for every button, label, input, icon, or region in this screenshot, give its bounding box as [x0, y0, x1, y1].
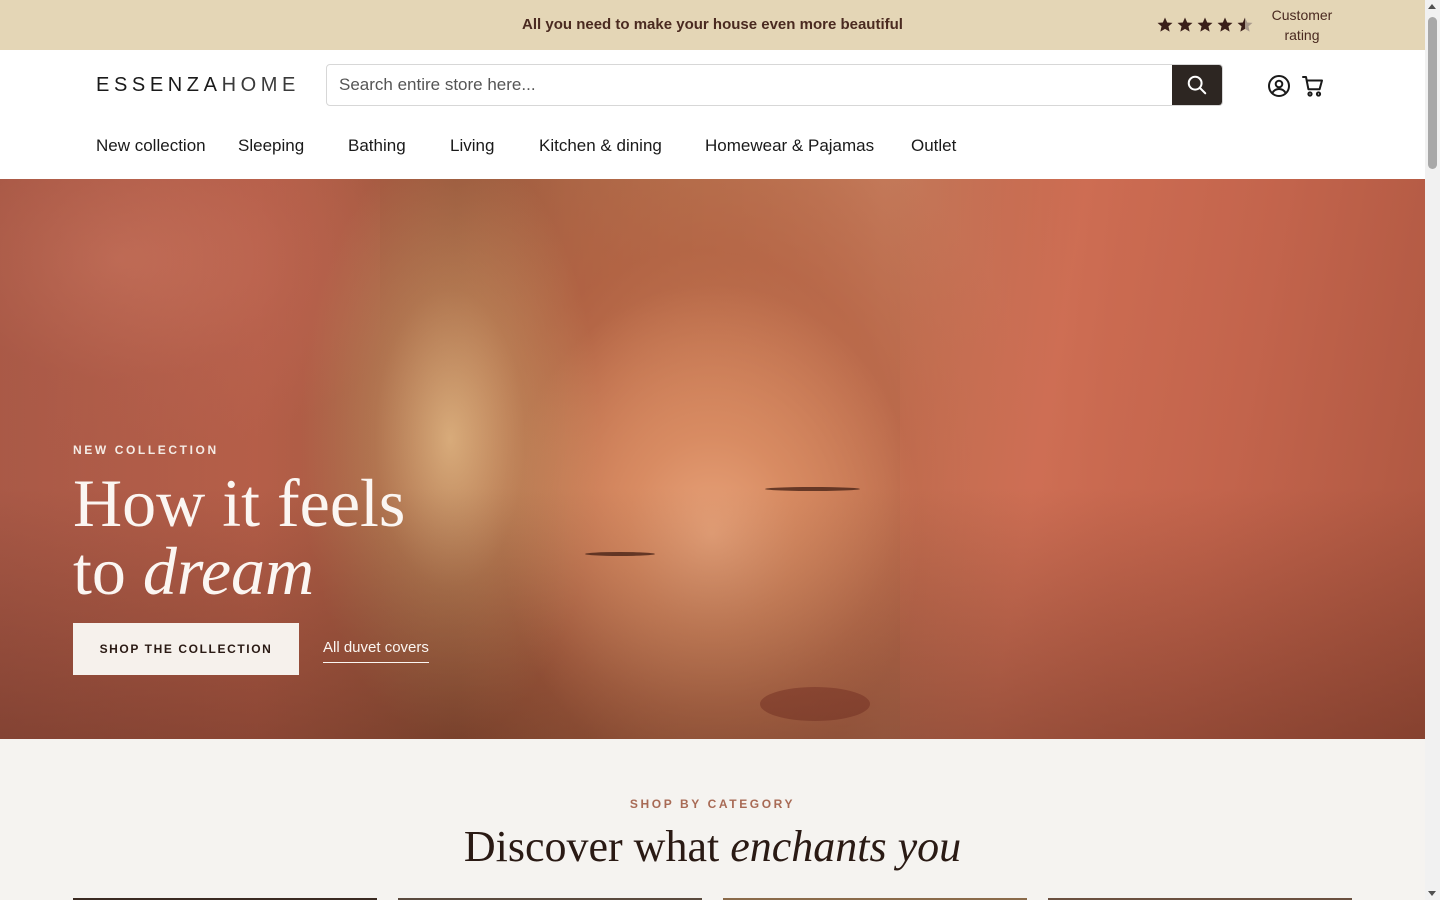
rating-label: Customer rating: [1271, 7, 1333, 43]
hero-title-line1: How it feels: [73, 465, 406, 541]
cart-icon[interactable]: [1301, 74, 1325, 98]
star-icon: [1157, 17, 1173, 32]
category-title-italic: enchants you: [730, 822, 962, 871]
nav-item-bathing[interactable]: Bathing: [348, 136, 406, 156]
shop-collection-button[interactable]: SHOP THE COLLECTION: [73, 623, 299, 675]
hero-eyebrow: NEW COLLECTION: [73, 443, 219, 457]
nav-item-living[interactable]: Living: [450, 136, 494, 156]
star-icon: [1177, 17, 1193, 32]
star-icon: [1217, 17, 1233, 32]
nav-item-outlet[interactable]: Outlet: [911, 136, 956, 156]
rating-stars: [1156, 16, 1254, 34]
announcement-bar: All you need to make your house even mor…: [0, 0, 1425, 50]
scrollbar-thumb[interactable]: [1428, 17, 1437, 169]
nav-item-sleeping[interactable]: Sleeping: [238, 136, 304, 156]
account-icon[interactable]: [1267, 74, 1291, 98]
search-button[interactable]: [1172, 65, 1222, 105]
category-section: SHOP BY CATEGORY Discover what enchants …: [0, 739, 1425, 900]
scroll-up-arrow-icon[interactable]: [1428, 4, 1436, 9]
all-duvet-covers-link[interactable]: All duvet covers: [323, 639, 429, 663]
search-input[interactable]: [327, 65, 1173, 105]
star-icon: [1197, 17, 1213, 32]
nav-item-new-collection[interactable]: New collection: [96, 136, 206, 156]
category-eyebrow: SHOP BY CATEGORY: [629, 797, 796, 811]
page-scrollbar[interactable]: [1425, 0, 1440, 900]
half-star-icon: [1237, 17, 1253, 32]
customer-rating[interactable]: Customer rating: [1156, 6, 1340, 44]
hero-banner: NEW COLLECTION How it feels to dream SHO…: [0, 179, 1425, 739]
category-title-plain: Discover what: [463, 822, 731, 871]
hero-title: How it feels to dream: [73, 469, 405, 605]
logo-secondary: HOME: [221, 74, 300, 96]
site-header: ESSENZAHOME New collection Sleeping Bath…: [0, 50, 1425, 179]
nav-item-kitchen-dining[interactable]: Kitchen & dining: [539, 136, 662, 156]
hero-title-plain: to: [73, 533, 143, 609]
logo-primary: ESSENZA: [96, 74, 222, 96]
search-icon: [1187, 75, 1207, 95]
hero-title-italic: dream: [142, 533, 315, 609]
search-bar: [326, 64, 1223, 106]
page: All you need to make your house even mor…: [0, 0, 1425, 900]
logo[interactable]: ESSENZAHOME: [96, 74, 300, 97]
scroll-down-arrow-icon[interactable]: [1428, 891, 1436, 896]
category-title: Discover what enchants you: [0, 821, 1425, 872]
hero-title-line2: to dream: [73, 537, 405, 605]
nav-item-homewear-pajamas[interactable]: Homewear & Pajamas: [705, 136, 874, 156]
